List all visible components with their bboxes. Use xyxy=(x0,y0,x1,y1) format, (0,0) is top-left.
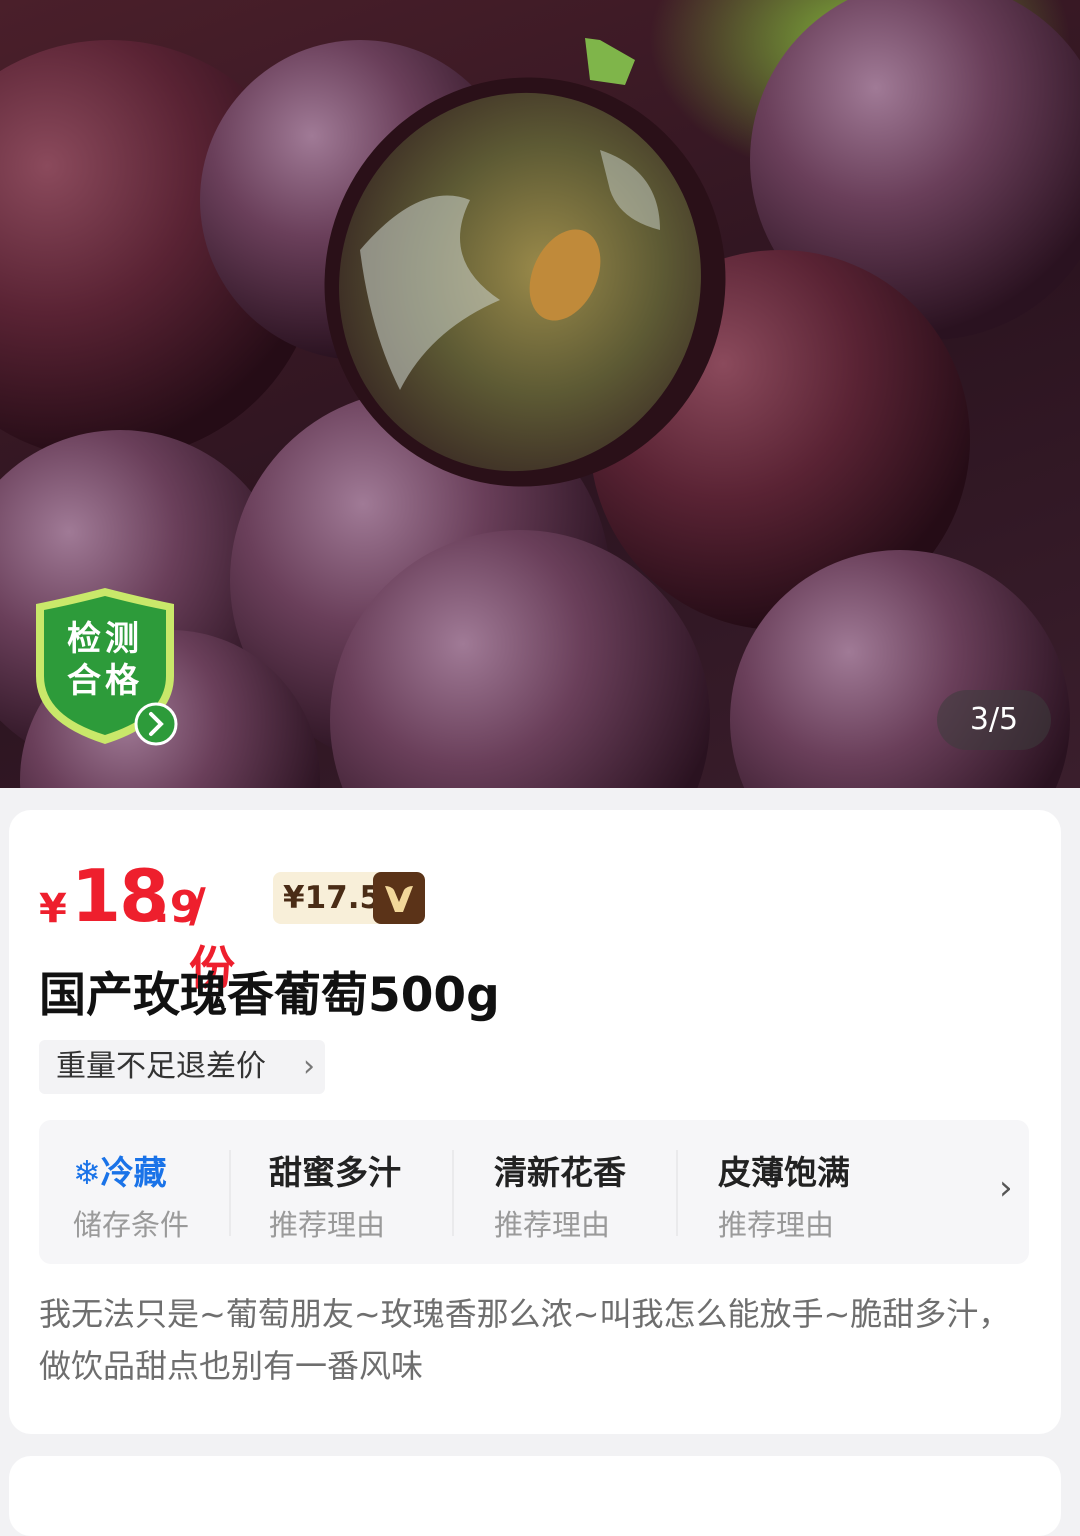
vip-price: ¥17.5 xyxy=(283,880,382,916)
product-info-card: ¥ 18 .9 /份 ¥17.5 国产玫瑰香葡萄500g 重量不足退差价 › ❄… xyxy=(9,810,1061,1434)
refund-label: 重量不足退差价 xyxy=(56,1049,266,1084)
badge-line-2: 合格 xyxy=(67,661,143,701)
vip-price-tag[interactable]: ¥17.5 xyxy=(273,872,425,924)
price-currency: ¥ xyxy=(39,886,67,932)
divider xyxy=(452,1150,454,1236)
chevron-right-icon[interactable]: › xyxy=(999,1168,1013,1208)
attr-reason-3-key: 推荐理由 xyxy=(718,1208,835,1242)
badge-line-1: 检测 xyxy=(67,619,143,659)
chevron-right-icon: › xyxy=(303,1049,315,1084)
product-attributes[interactable]: ❄冷藏 储存条件 甜蜜多汁 推荐理由 清新花香 推荐理由 皮薄饱满 推荐理由 › xyxy=(39,1120,1029,1264)
divider xyxy=(676,1150,678,1236)
product-description: 我无法只是~葡萄朋友~玫瑰香那么浓~叫我怎么能放手~脆甜多汁，做饮品甜点也别有一… xyxy=(39,1295,1011,1385)
attr-reason-2-value: 清新花香 xyxy=(494,1153,626,1192)
vip-icon xyxy=(373,872,425,924)
refund-guarantee-chip[interactable]: 重量不足退差价 › xyxy=(39,1040,325,1094)
product-title: 国产玫瑰香葡萄500g xyxy=(39,968,500,1023)
snowflake-icon: ❄ xyxy=(73,1153,101,1192)
next-section-card xyxy=(9,1456,1061,1536)
divider xyxy=(229,1150,231,1236)
attr-storage-value: 冷藏 xyxy=(100,1153,167,1192)
attr-reason-2-key: 推荐理由 xyxy=(494,1208,611,1242)
image-counter: 3/5 xyxy=(937,690,1051,750)
attr-reason-1-value: 甜蜜多汁 xyxy=(269,1153,401,1192)
attr-reason-3-value: 皮薄饱满 xyxy=(718,1153,850,1192)
chevron-right-circle-icon[interactable] xyxy=(134,702,178,746)
attr-storage-key: 储存条件 xyxy=(73,1208,190,1242)
product-image-carousel[interactable]: 检测 合格 3/5 xyxy=(0,0,1080,788)
attr-reason-1-key: 推荐理由 xyxy=(269,1208,386,1242)
